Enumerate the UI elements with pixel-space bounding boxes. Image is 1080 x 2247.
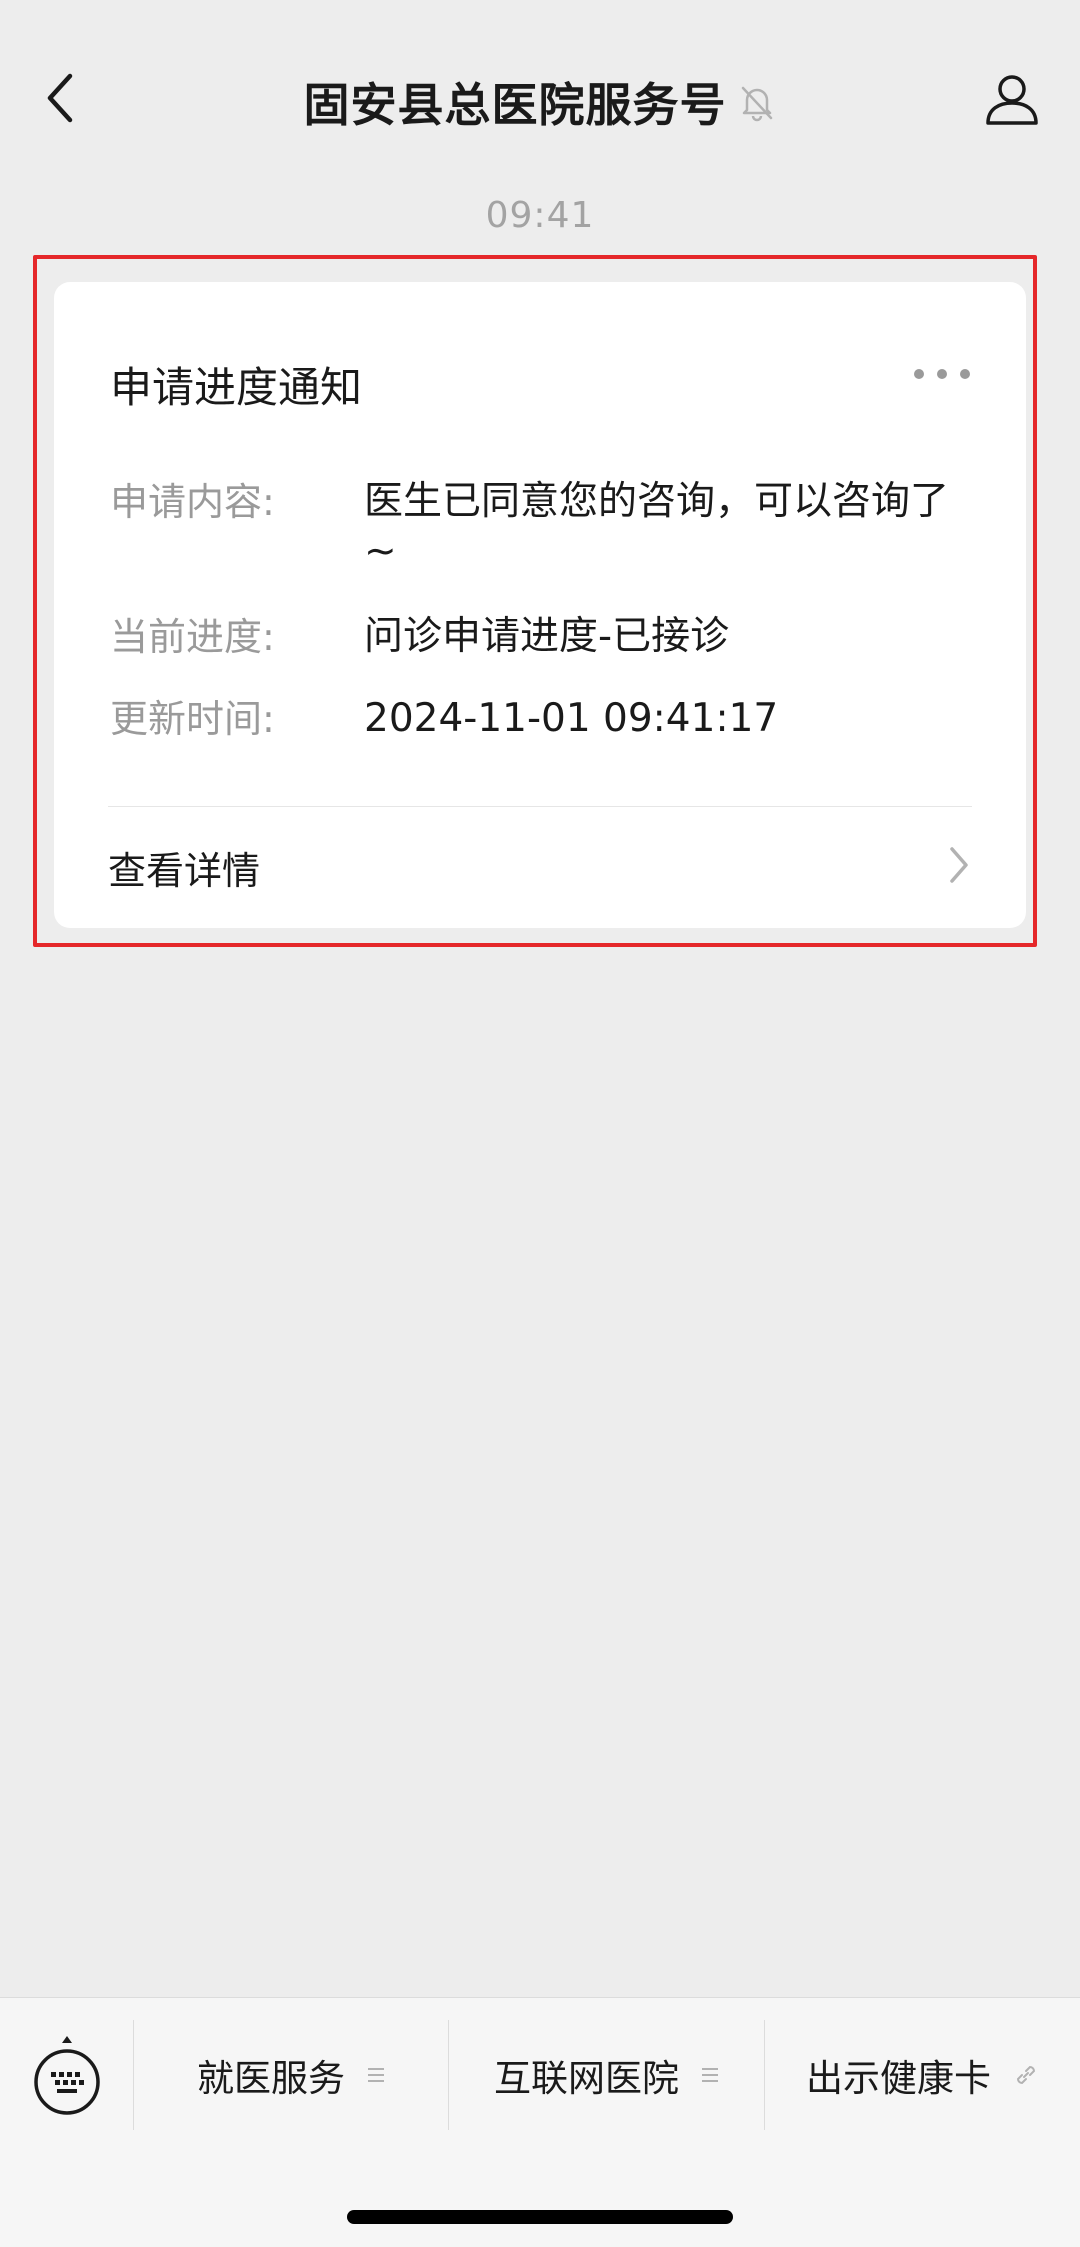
nav-header: 固安县总医院服务号 bbox=[0, 0, 1080, 200]
menu-item-health-card[interactable]: 出示健康卡 bbox=[765, 2020, 1080, 2130]
keyboard-icon bbox=[32, 2036, 102, 2124]
keyboard-toggle-button[interactable] bbox=[32, 2034, 102, 2120]
page-title: 固安县总医院服务号 bbox=[303, 78, 727, 132]
chat-screen: 固安县总医院服务号 09:41 申请进度通知 申请内容: 医生已同意您的咨询，可… bbox=[0, 0, 1080, 2247]
menu-item-label: 互联网医院 bbox=[494, 2057, 679, 2100]
bell-slash-icon bbox=[737, 82, 777, 122]
menu-item-label: 出示健康卡 bbox=[806, 2057, 991, 2100]
link-icon bbox=[1013, 2062, 1039, 2088]
highlight-frame bbox=[33, 255, 1037, 947]
profile-button[interactable] bbox=[972, 60, 1052, 140]
menu-item-internet-hospital[interactable]: 互联网医院 bbox=[449, 2020, 764, 2130]
person-icon bbox=[983, 69, 1041, 131]
message-timestamp: 09:41 bbox=[485, 195, 595, 236]
menu-lines-icon bbox=[367, 2066, 385, 2084]
home-indicator[interactable] bbox=[347, 2210, 733, 2224]
menu-lines-icon bbox=[701, 2066, 719, 2084]
menu-item-medical-services[interactable]: 就医服务 bbox=[134, 2020, 448, 2130]
title-container: 固安县总医院服务号 bbox=[0, 62, 1080, 142]
menu-item-label: 就医服务 bbox=[197, 2057, 345, 2100]
